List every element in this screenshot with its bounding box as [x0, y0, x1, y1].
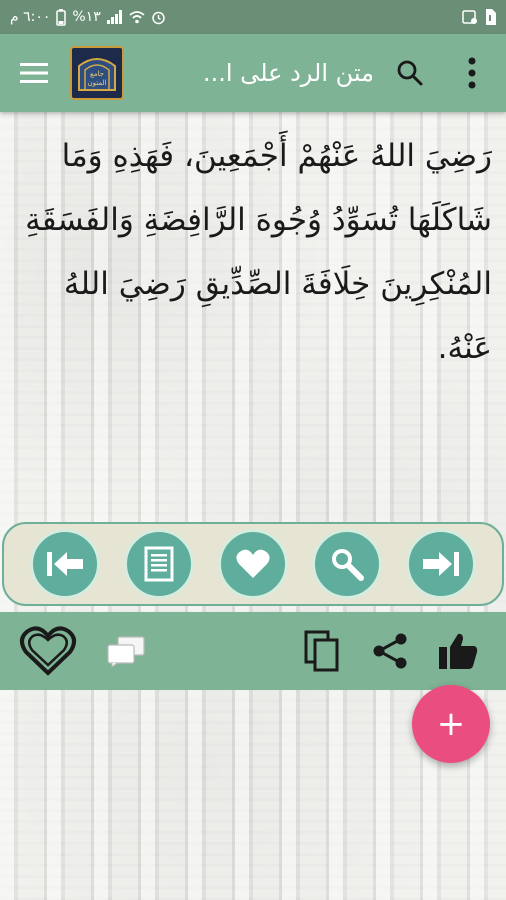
status-left: ٦:٠٠ م %١٣ [10, 8, 166, 26]
share-icon [373, 633, 407, 669]
search-button[interactable] [390, 53, 430, 93]
svg-text:جامع: جامع [90, 70, 104, 78]
gallery-icon [462, 9, 478, 25]
comments-button[interactable] [96, 621, 156, 681]
magnifier-icon [332, 549, 364, 581]
previous-button[interactable] [30, 529, 100, 599]
battery-percent: %١٣ [72, 9, 101, 25]
heart-icon [236, 549, 270, 578]
status-right [462, 9, 496, 25]
contents-button[interactable] [124, 529, 194, 599]
search-text-button[interactable] [312, 529, 382, 599]
copy-button[interactable] [292, 621, 352, 681]
svg-text:المتون: المتون [88, 79, 107, 87]
sim-icon [484, 9, 496, 25]
like-button[interactable] [428, 621, 488, 681]
share-button[interactable] [360, 621, 420, 681]
thumbs-up-icon [439, 633, 478, 669]
page-icon [144, 546, 174, 582]
text-line: عَنْهُ. [437, 330, 492, 366]
next-icon [423, 552, 459, 576]
signal-icon [106, 10, 123, 24]
app-bar: جامع المتون متن الرد على ا... [0, 34, 506, 112]
hamburger-icon [20, 63, 48, 83]
navigation-controls [2, 522, 504, 606]
heart-outline-icon [20, 626, 76, 676]
app-title: متن الرد على ا... [203, 59, 374, 87]
battery-icon [56, 8, 67, 26]
text-line: شَاكَلَهَا تُسَوِّدُ وُجُوهَ الرَّافِضَة… [25, 202, 492, 238]
add-favorite-button[interactable] [18, 621, 78, 681]
bottom-toolbar [0, 612, 506, 690]
wifi-icon [129, 10, 145, 24]
app-logo: جامع المتون [70, 46, 124, 100]
chat-icon [107, 636, 145, 667]
add-fab-button[interactable]: + [412, 685, 490, 763]
search-icon [397, 60, 423, 86]
menu-button[interactable] [14, 53, 54, 93]
text-line: رَضِيَ اللهُ عَنْهُمْ أَجْمَعِينَ، فَهَذ… [61, 138, 492, 174]
text-line: المُنْكِرِينَ خِلَافَةَ الصِّدِّيقِ رَضِ… [63, 266, 492, 302]
copy-icon [304, 630, 339, 672]
previous-icon [47, 552, 83, 576]
more-options-button[interactable] [452, 53, 492, 93]
status-bar: ٦:٠٠ م %١٣ [0, 0, 506, 34]
alarm-icon [151, 10, 166, 25]
favorite-button[interactable] [218, 529, 288, 599]
reading-text: رَضِيَ اللهُ عَنْهُمْ أَجْمَعِينَ، فَهَذ… [14, 112, 492, 412]
more-vertical-icon [468, 57, 476, 89]
status-time: ٦:٠٠ م [10, 9, 51, 25]
next-button[interactable] [406, 529, 476, 599]
